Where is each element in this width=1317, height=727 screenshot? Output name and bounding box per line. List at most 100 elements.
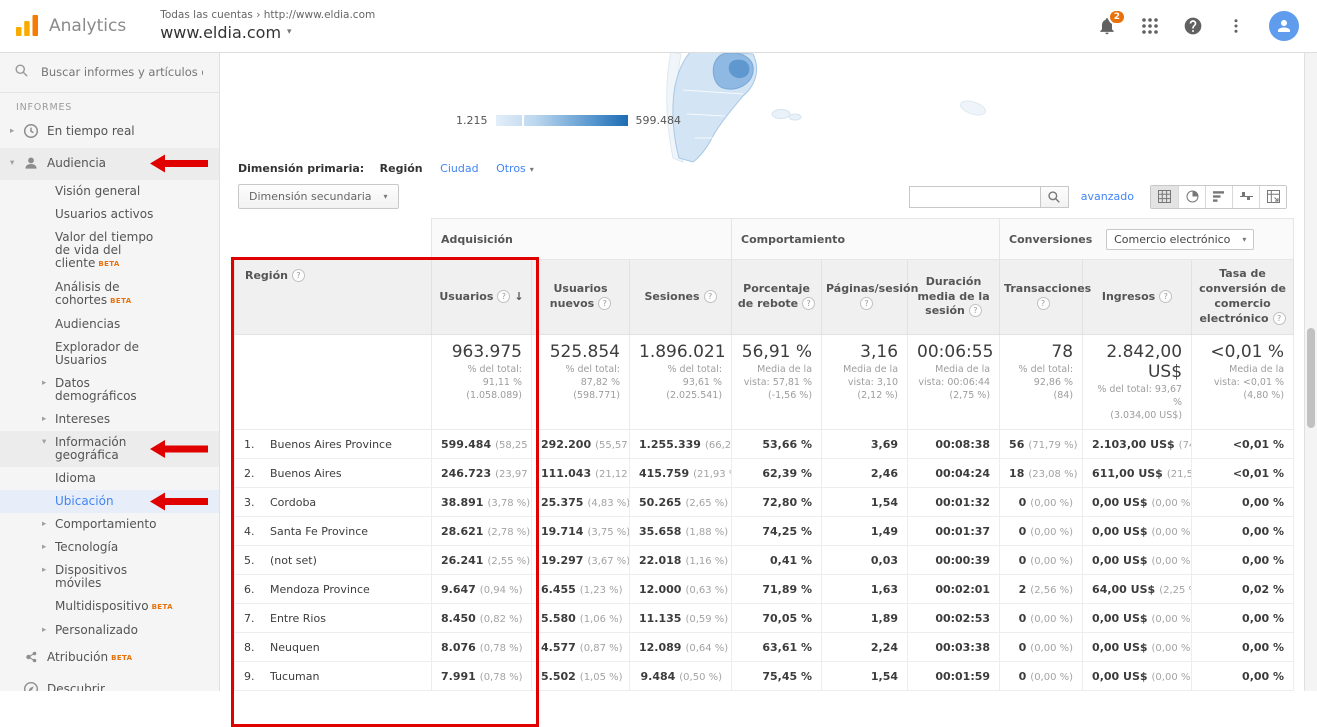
notifications-button[interactable]: 2 — [1097, 16, 1117, 36]
table-row[interactable]: 6.Mendoza Province9.647(0,94 %)6.455(1,2… — [235, 575, 1294, 604]
view-percentage-button[interactable] — [1178, 186, 1205, 208]
column-header-sesiones[interactable]: Sesiones — [630, 260, 732, 335]
total-subtext: (4,80 %) — [1201, 390, 1284, 403]
help-icon[interactable] — [1273, 312, 1286, 325]
view-pivot-button[interactable] — [1259, 186, 1286, 208]
help-button[interactable] — [1183, 16, 1203, 36]
column-header-ingresos[interactable]: Ingresos — [1083, 260, 1192, 335]
column-header-tasa-de-conversion-de-comercio-electronico[interactable]: Tasa de conversión de comercio electróni… — [1192, 260, 1294, 335]
table-row[interactable]: 7.Entre Rios8.450(0,82 %)5.580(1,06 %)11… — [235, 604, 1294, 633]
column-header-paginas-sesion[interactable]: Páginas/sesión — [822, 260, 908, 335]
region-name[interactable]: Tucuman — [270, 670, 319, 683]
region-name[interactable]: Cordoba — [270, 496, 316, 509]
search-input[interactable] — [39, 64, 205, 80]
legend-gradient-bar — [496, 115, 628, 126]
help-icon[interactable] — [1037, 297, 1050, 310]
column-header-porcentaje-de-rebote[interactable]: Porcentaje de rebote — [732, 260, 822, 335]
view-performance-button[interactable] — [1205, 186, 1232, 208]
chevron-right-icon[interactable]: ▸ — [42, 564, 55, 577]
table-row[interactable]: 1.Buenos Aires Province599.484(58,25 %)2… — [235, 430, 1294, 459]
region-name[interactable]: Buenos Aires — [270, 467, 342, 480]
apps-grid-button[interactable] — [1141, 17, 1159, 35]
view-comparison-button[interactable] — [1232, 186, 1259, 208]
help-icon[interactable] — [292, 269, 305, 282]
sidebar-item-usuarios-activos[interactable]: Usuarios activos — [0, 203, 219, 226]
analytics-logo[interactable]: Analytics — [14, 13, 126, 39]
chevron-right-icon[interactable]: ▸ — [42, 377, 55, 390]
avatar[interactable] — [1269, 11, 1299, 41]
dimension-option-region[interactable]: Región — [380, 162, 423, 175]
secondary-dimension-label: Dimensión secundaria — [249, 190, 372, 203]
view-table-button[interactable] — [1151, 186, 1178, 208]
dimension-option-ciudad[interactable]: Ciudad — [440, 162, 478, 175]
chevron-right-icon[interactable]: ▸ — [10, 125, 23, 138]
sidebar-item-ubicacion[interactable]: Ubicación — [0, 490, 219, 513]
sidebar-item-multidispositivo[interactable]: MultidispositivoBETA — [0, 595, 219, 619]
table-row[interactable]: 8.Neuquen8.076(0,78 %)4.577(0,87 %)12.08… — [235, 633, 1294, 662]
chevron-right-icon[interactable]: ▸ — [42, 518, 55, 531]
sidebar-item-idioma[interactable]: Idioma — [0, 467, 219, 490]
account-name[interactable]: www.eldia.com — [160, 23, 281, 43]
table-row[interactable]: 4.Santa Fe Province28.621(2,78 %)19.714(… — [235, 517, 1294, 546]
beta-badge: BETA — [111, 654, 132, 662]
chevron-right-icon[interactable]: ▸ — [42, 541, 55, 554]
table-row[interactable]: 9.Tucuman7.991(0,78 %)5.502(1,05 %)9.484… — [235, 662, 1294, 691]
help-icon[interactable] — [969, 304, 982, 317]
chevron-right-icon[interactable]: ▸ — [42, 624, 55, 637]
sort-desc-icon[interactable]: ↓ — [514, 290, 523, 303]
help-icon[interactable] — [704, 290, 717, 303]
help-icon[interactable] — [1159, 290, 1172, 303]
conversions-type-select[interactable]: Comercio electrónico ▾ — [1106, 229, 1254, 250]
secondary-dimension-button[interactable]: Dimensión secundaria ▾ — [238, 184, 399, 209]
table-row[interactable]: 2.Buenos Aires246.723(23,97 %)111.043(21… — [235, 459, 1294, 488]
region-name[interactable]: Buenos Aires Province — [270, 438, 392, 451]
column-header-duracion-media-de-la-sesion[interactable]: Duración media de la sesión — [908, 260, 1000, 335]
sidebar-item-datos-demograficos[interactable]: ▸Datos demográficos — [0, 372, 219, 408]
chevron-right-icon[interactable]: ▸ — [42, 413, 55, 426]
total-subtext: (3.034,00 US$) — [1092, 410, 1182, 423]
sidebar-item-audiencias[interactable]: Audiencias — [0, 313, 219, 336]
chevron-down-icon[interactable]: ▾ — [42, 436, 55, 449]
region-name[interactable]: (not set) — [270, 554, 317, 567]
advanced-search-link[interactable]: avanzado — [1081, 190, 1134, 203]
sidebar-item-audiencia[interactable]: ▾Audiencia — [0, 148, 219, 180]
sidebar-item-atribucion[interactable]: AtribuciónBETA — [0, 642, 219, 674]
column-header-region[interactable]: Región — [235, 260, 432, 335]
dimension-option-otros[interactable]: Otros▾ — [496, 162, 534, 175]
sidebar-item-valor-del-tiempo-de-vida-del-cliente[interactable]: Valor del tiempo de vida del clienteBETA — [0, 226, 219, 276]
sidebar-item-personalizado[interactable]: ▸Personalizado — [0, 619, 219, 642]
more-options-button[interactable] — [1227, 17, 1245, 35]
scrollbar-thumb[interactable] — [1307, 328, 1315, 428]
sidebar-item-informacion-geografica[interactable]: ▾Información geográfica — [0, 431, 219, 467]
region-name[interactable]: Neuquen — [270, 641, 320, 654]
column-header-usuarios[interactable]: Usuarios↓ — [432, 260, 532, 335]
region-name[interactable]: Entre Rios — [270, 612, 326, 625]
sidebar-item-descubrir[interactable]: Descubrir — [0, 674, 219, 691]
help-icon[interactable] — [802, 297, 815, 310]
vertical-scrollbar[interactable] — [1304, 52, 1317, 691]
sidebar-item-explorador-de-usuarios[interactable]: Explorador de Usuarios — [0, 336, 219, 372]
sidebar-item-vision-general[interactable]: Visión general — [0, 180, 219, 203]
sidebar-item-intereses[interactable]: ▸Intereses — [0, 408, 219, 431]
column-header-transacciones[interactable]: Transacciones — [1000, 260, 1083, 335]
table-row[interactable]: 3.Cordoba38.891(3,78 %)25.375(4,83 %)50.… — [235, 488, 1294, 517]
table-row[interactable]: 5.(not set)26.241(2,55 %)19.297(3,67 %)2… — [235, 546, 1294, 575]
sidebar-item-en-tiempo-real[interactable]: ▸En tiempo real — [0, 116, 219, 148]
help-icon[interactable] — [497, 290, 510, 303]
sidebar-item-dispositivos-moviles[interactable]: ▸Dispositivos móviles — [0, 559, 219, 595]
table-search-button[interactable] — [1041, 186, 1069, 208]
table-search-input[interactable] — [909, 186, 1041, 208]
region-name[interactable]: Santa Fe Province — [270, 525, 368, 538]
column-header-usuarios-nuevos[interactable]: Usuarios nuevos — [532, 260, 630, 335]
metric-cell: 00:03:38 — [908, 633, 1000, 662]
help-icon[interactable] — [860, 297, 873, 310]
sidebar-item-tecnologia[interactable]: ▸Tecnología — [0, 536, 219, 559]
sidebar-item-comportamiento[interactable]: ▸Comportamiento — [0, 513, 219, 536]
chevron-down-icon[interactable]: ▾ — [10, 157, 23, 170]
region-name[interactable]: Mendoza Province — [270, 583, 370, 596]
account-switcher[interactable]: Todas las cuentas › http://www.eldia.com… — [160, 9, 375, 42]
sidebar-search[interactable] — [0, 52, 219, 93]
sidebar-item-analisis-de-cohortes[interactable]: Análisis de cohortesBETA — [0, 276, 219, 313]
help-icon[interactable] — [598, 297, 611, 310]
breadcrumb[interactable]: Todas las cuentas › http://www.eldia.com — [160, 9, 375, 22]
